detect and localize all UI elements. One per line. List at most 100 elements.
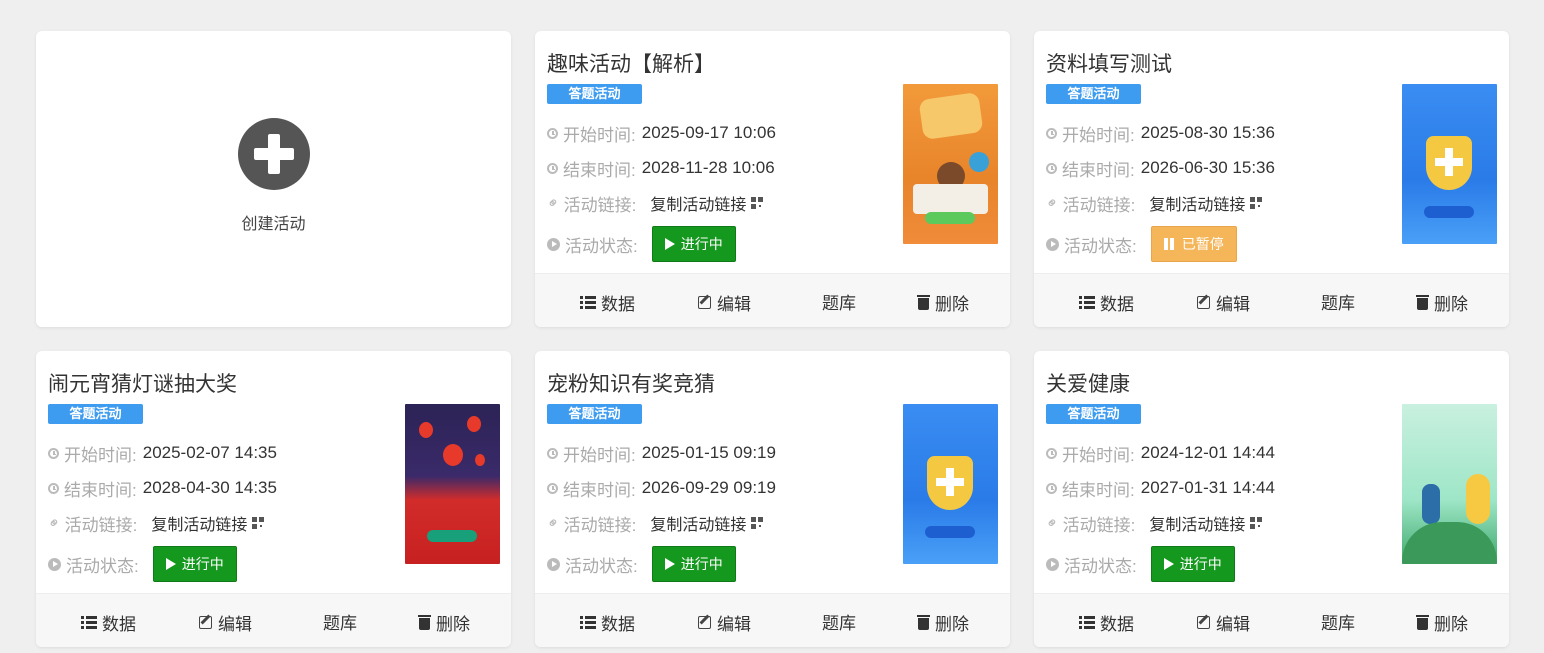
delete-button[interactable]: 删除 bbox=[917, 610, 969, 635]
trash-icon bbox=[418, 614, 431, 630]
question-bank-label: 题库 bbox=[1321, 614, 1355, 633]
start-time-value: 2024-12-01 14:44 bbox=[1140, 443, 1275, 462]
status-row: 活动状态: 已暂停 bbox=[1046, 226, 1237, 262]
card-footer: 数据 编辑 题库 删除 bbox=[535, 273, 1010, 327]
data-button[interactable]: 数据 bbox=[1079, 290, 1134, 315]
delete-label: 删除 bbox=[935, 295, 969, 314]
status-running-button[interactable]: 进行中 bbox=[152, 546, 237, 582]
question-bank-button[interactable]: 题库 bbox=[822, 609, 856, 634]
end-time-label: 结束时间: bbox=[563, 160, 636, 180]
status-text: 已暂停 bbox=[1181, 236, 1224, 252]
pause-icon bbox=[1163, 238, 1176, 250]
copy-link-text: 复制活动链接 bbox=[650, 197, 747, 214]
activity-type-badge: 答题活动 bbox=[48, 404, 143, 424]
data-button[interactable]: 数据 bbox=[81, 610, 136, 635]
activity-title: 关爱健康 bbox=[1046, 373, 1130, 396]
clock-icon bbox=[1046, 447, 1057, 459]
end-time-value: 2026-09-29 09:19 bbox=[641, 478, 776, 497]
qrcode-icon[interactable] bbox=[751, 517, 764, 529]
copy-link-button[interactable]: 复制活动链接 bbox=[1149, 511, 1263, 535]
edit-label: 编辑 bbox=[1216, 295, 1250, 314]
link-row: ⚭ 活动链接: 复制活动链接 bbox=[543, 191, 764, 215]
status-label: 活动状态: bbox=[565, 556, 638, 576]
end-time-label: 结束时间: bbox=[563, 480, 636, 500]
play-circle-icon bbox=[547, 237, 560, 251]
card-footer: 数据 编辑 题库 删除 bbox=[535, 593, 1010, 647]
question-bank-button[interactable]: 题库 bbox=[1321, 289, 1355, 314]
qrcode-icon[interactable] bbox=[1250, 517, 1263, 529]
status-row: 活动状态: 进行中 bbox=[1046, 546, 1235, 582]
status-running-button[interactable]: 进行中 bbox=[651, 226, 736, 262]
link-label: 活动链接: bbox=[563, 515, 637, 535]
question-bank-button[interactable]: 题库 bbox=[1321, 609, 1355, 634]
end-time-value: 2028-04-30 14:35 bbox=[142, 478, 277, 497]
lantern-festival-poster[interactable] bbox=[405, 404, 500, 564]
start-time-row: 开始时间: 2025-01-15 09:19 bbox=[547, 441, 776, 465]
question-bank-button[interactable]: 题库 bbox=[323, 609, 357, 634]
data-label: 数据 bbox=[601, 615, 635, 634]
data-button[interactable]: 数据 bbox=[580, 610, 635, 635]
status-row: 活动状态: 进行中 bbox=[547, 546, 736, 582]
status-running-button[interactable]: 进行中 bbox=[651, 546, 736, 582]
copy-link-button[interactable]: 复制活动链接 bbox=[650, 191, 764, 215]
list-icon bbox=[580, 296, 596, 309]
link-row: ⚭ 活动链接: 复制活动链接 bbox=[543, 511, 764, 535]
data-button[interactable]: 数据 bbox=[580, 290, 635, 315]
copy-link-button[interactable]: 复制活动链接 bbox=[650, 511, 764, 535]
link-label: 活动链接: bbox=[1062, 515, 1136, 535]
play-icon bbox=[664, 238, 675, 250]
start-time-label: 开始时间: bbox=[563, 445, 636, 465]
delete-button[interactable]: 删除 bbox=[418, 610, 470, 635]
delete-button[interactable]: 删除 bbox=[1416, 290, 1468, 315]
end-time-value: 2026-06-30 15:36 bbox=[1140, 158, 1275, 177]
question-bank-label: 题库 bbox=[822, 614, 856, 633]
edit-button[interactable]: 编辑 bbox=[1197, 290, 1250, 315]
list-icon bbox=[1079, 296, 1095, 309]
edit-button[interactable]: 编辑 bbox=[698, 610, 751, 635]
qrcode-icon[interactable] bbox=[1250, 197, 1263, 209]
end-time-row: 结束时间: 2026-06-30 15:36 bbox=[1046, 156, 1275, 180]
copy-link-button[interactable]: 复制活动链接 bbox=[151, 511, 265, 535]
start-time-label: 开始时间: bbox=[1062, 445, 1135, 465]
qrcode-icon[interactable] bbox=[252, 517, 265, 529]
data-button[interactable]: 数据 bbox=[1079, 610, 1134, 635]
play-circle-icon bbox=[48, 557, 61, 571]
status-running-button[interactable]: 进行中 bbox=[1150, 546, 1235, 582]
status-text: 进行中 bbox=[680, 236, 723, 252]
status-paused-button[interactable]: 已暂停 bbox=[1150, 226, 1237, 262]
clock-icon bbox=[48, 447, 59, 459]
copy-link-button[interactable]: 复制活动链接 bbox=[1149, 191, 1263, 215]
play-icon bbox=[165, 558, 176, 570]
play-circle-icon bbox=[1046, 557, 1059, 571]
end-time-row: 结束时间: 2028-04-30 14:35 bbox=[48, 476, 277, 500]
link-icon: ⚭ bbox=[1042, 192, 1064, 214]
network-security-poster[interactable] bbox=[903, 404, 998, 564]
clock-icon bbox=[48, 482, 59, 494]
qrcode-icon[interactable] bbox=[751, 197, 764, 209]
end-time-row: 结束时间: 2028-11-28 10:06 bbox=[547, 156, 775, 180]
start-time-value: 2025-08-30 15:36 bbox=[1140, 123, 1275, 142]
health-quiz-poster[interactable] bbox=[1402, 404, 1497, 564]
shield-icon bbox=[1426, 136, 1472, 190]
delete-button[interactable]: 删除 bbox=[917, 290, 969, 315]
status-label: 活动状态: bbox=[1064, 236, 1137, 256]
status-label: 活动状态: bbox=[565, 236, 638, 256]
status-text: 进行中 bbox=[1179, 556, 1222, 572]
clock-icon bbox=[547, 447, 558, 459]
network-security-poster[interactable] bbox=[1402, 84, 1497, 244]
status-row: 活动状态: 进行中 bbox=[48, 546, 237, 582]
plus-circle-icon[interactable] bbox=[237, 118, 310, 190]
copy-link-text: 复制活动链接 bbox=[650, 517, 747, 534]
edit-button[interactable]: 编辑 bbox=[199, 610, 252, 635]
link-label: 活动链接: bbox=[64, 515, 138, 535]
trash-icon bbox=[917, 614, 930, 630]
link-row: ⚭ 活动链接: 复制活动链接 bbox=[1042, 511, 1263, 535]
question-bank-button[interactable]: 题库 bbox=[822, 289, 856, 314]
edit-icon bbox=[698, 296, 711, 309]
edit-button[interactable]: 编辑 bbox=[1197, 610, 1250, 635]
child-reading-poster[interactable] bbox=[903, 84, 998, 244]
delete-button[interactable]: 删除 bbox=[1416, 610, 1468, 635]
edit-button[interactable]: 编辑 bbox=[698, 290, 751, 315]
create-activity-card[interactable]: 创建活动 bbox=[36, 31, 511, 327]
activity-type-badge: 答题活动 bbox=[1046, 84, 1141, 104]
